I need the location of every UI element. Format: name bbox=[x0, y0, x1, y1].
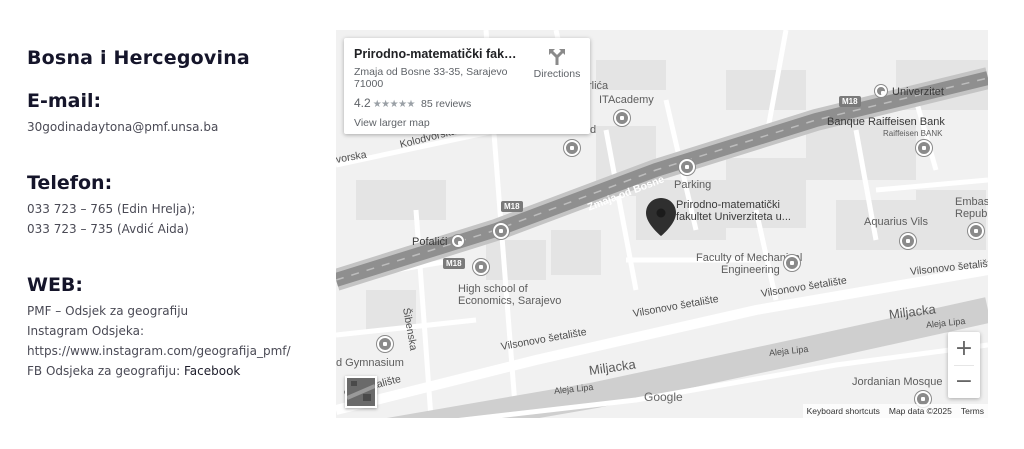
directions-label: Directions bbox=[533, 68, 581, 80]
phone-line: 033 723 – 765 (Edin Hrelja); bbox=[27, 202, 196, 216]
label-univerzitet: Univerzitet bbox=[892, 86, 944, 98]
google-logo: Google bbox=[644, 390, 683, 404]
m18-shield: M18 bbox=[501, 201, 523, 212]
terms-link[interactable]: Terms bbox=[961, 406, 984, 416]
embedded-map[interactable]: Kolodvorska vorska Zmaja od Bosne Vilson… bbox=[336, 30, 988, 418]
web-line-facebook: FB Odsjeka za geografiju: Facebook bbox=[27, 361, 240, 381]
label-high-school-line1: High school of bbox=[458, 283, 528, 295]
label-aquarius: Aquarius Vils bbox=[864, 216, 928, 228]
label-faculty-mech-line2: Engineering bbox=[721, 264, 780, 276]
zoom-out-button[interactable]: − bbox=[948, 365, 980, 398]
zoom-divider bbox=[954, 365, 974, 366]
map-attribution: Keyboard shortcuts Map data ©2025 Terms bbox=[802, 404, 988, 418]
transit-icon[interactable] bbox=[493, 223, 509, 239]
directions-icon bbox=[549, 49, 565, 65]
label-lica: rlića bbox=[588, 80, 609, 92]
label-d: d bbox=[590, 124, 597, 136]
label-banque-raiffeisen: Banque Raiffeisen Bank bbox=[827, 116, 945, 128]
label-high-school-line2: Economics, Sarajevo bbox=[458, 295, 562, 307]
web-line-instagram-url: https://www.instagram.com/geografija_pmf… bbox=[27, 344, 291, 358]
m18-shield: M18 bbox=[443, 258, 465, 269]
web-heading: WEB: bbox=[27, 274, 84, 296]
web-line-pmf: PMF – Odsjek za geografiju bbox=[27, 304, 189, 318]
station-icon[interactable] bbox=[452, 235, 464, 247]
email-heading: E-mail: bbox=[27, 90, 102, 112]
rating-stars-icon: ★★★★★ bbox=[372, 99, 416, 110]
zoom-controls: + − bbox=[948, 332, 980, 398]
view-larger-map-link[interactable]: View larger map bbox=[354, 117, 430, 129]
label-gymnasium: d Gymnasium bbox=[336, 357, 404, 369]
school-icon[interactable] bbox=[614, 110, 630, 126]
school-icon[interactable] bbox=[473, 259, 489, 275]
email-value: 30godinadaytona@pmf.unsa.ba bbox=[27, 120, 219, 134]
m18-shield: M18 bbox=[839, 96, 861, 107]
facebook-prefix: FB Odsjeka za geografiju: bbox=[27, 364, 184, 378]
school-icon[interactable] bbox=[784, 255, 800, 271]
label-pmf-line1: Prirodno-matematički bbox=[676, 199, 780, 211]
label-republ: Republ bbox=[955, 208, 988, 220]
phone-heading: Telefon: bbox=[27, 172, 113, 194]
label-pmf-line2: fakultet Univerziteta u... bbox=[676, 211, 791, 223]
label-embas: Embas bbox=[955, 196, 988, 208]
label-parking: Parking bbox=[674, 179, 712, 191]
web-line-instagram-label: Instagram Odsjeka: bbox=[27, 324, 145, 338]
school-icon[interactable] bbox=[377, 336, 393, 352]
label-pofalici: Pofalići bbox=[412, 236, 448, 248]
rating-value: 4.2 bbox=[354, 96, 371, 110]
place-title: Prirodno-matematički fakultet... bbox=[354, 47, 520, 61]
place-info-card: Prirodno-matematički fakultet... Zmaja o… bbox=[344, 38, 590, 134]
label-raiffeisen-sub: Raiffeisen BANK bbox=[883, 129, 943, 138]
keyboard-shortcuts-link[interactable]: Keyboard shortcuts bbox=[807, 406, 880, 416]
shop-icon[interactable] bbox=[564, 140, 580, 156]
map-data-text: Map data ©2025 bbox=[888, 406, 952, 416]
satellite-layer-toggle[interactable] bbox=[345, 376, 377, 408]
region-title: Bosna i Hercegovina bbox=[27, 47, 250, 69]
label-itacademy: ITAcademy bbox=[599, 94, 654, 106]
facebook-link[interactable]: Facebook bbox=[184, 364, 240, 378]
directions-button[interactable]: Directions bbox=[530, 48, 584, 80]
parking-icon[interactable] bbox=[679, 159, 695, 175]
reviews-link[interactable]: 85 reviews bbox=[421, 98, 471, 110]
label-jordanian-mosque: Jordanian Mosque bbox=[852, 376, 943, 388]
satellite-thumbnail-icon bbox=[347, 378, 375, 406]
place-address: Zmaja od Bosne 33-35, Sarajevo 71000 bbox=[354, 66, 508, 90]
phone-line: 033 723 – 735 (Avdić Aida) bbox=[27, 222, 189, 236]
bank-icon[interactable] bbox=[916, 140, 932, 156]
bar-icon[interactable] bbox=[900, 233, 916, 249]
place-rating: 4.2 ★★★★★ 85 reviews bbox=[354, 96, 471, 110]
zoom-in-button[interactable]: + bbox=[948, 332, 980, 365]
university-icon[interactable] bbox=[875, 85, 887, 97]
embassy-icon[interactable] bbox=[968, 223, 984, 239]
